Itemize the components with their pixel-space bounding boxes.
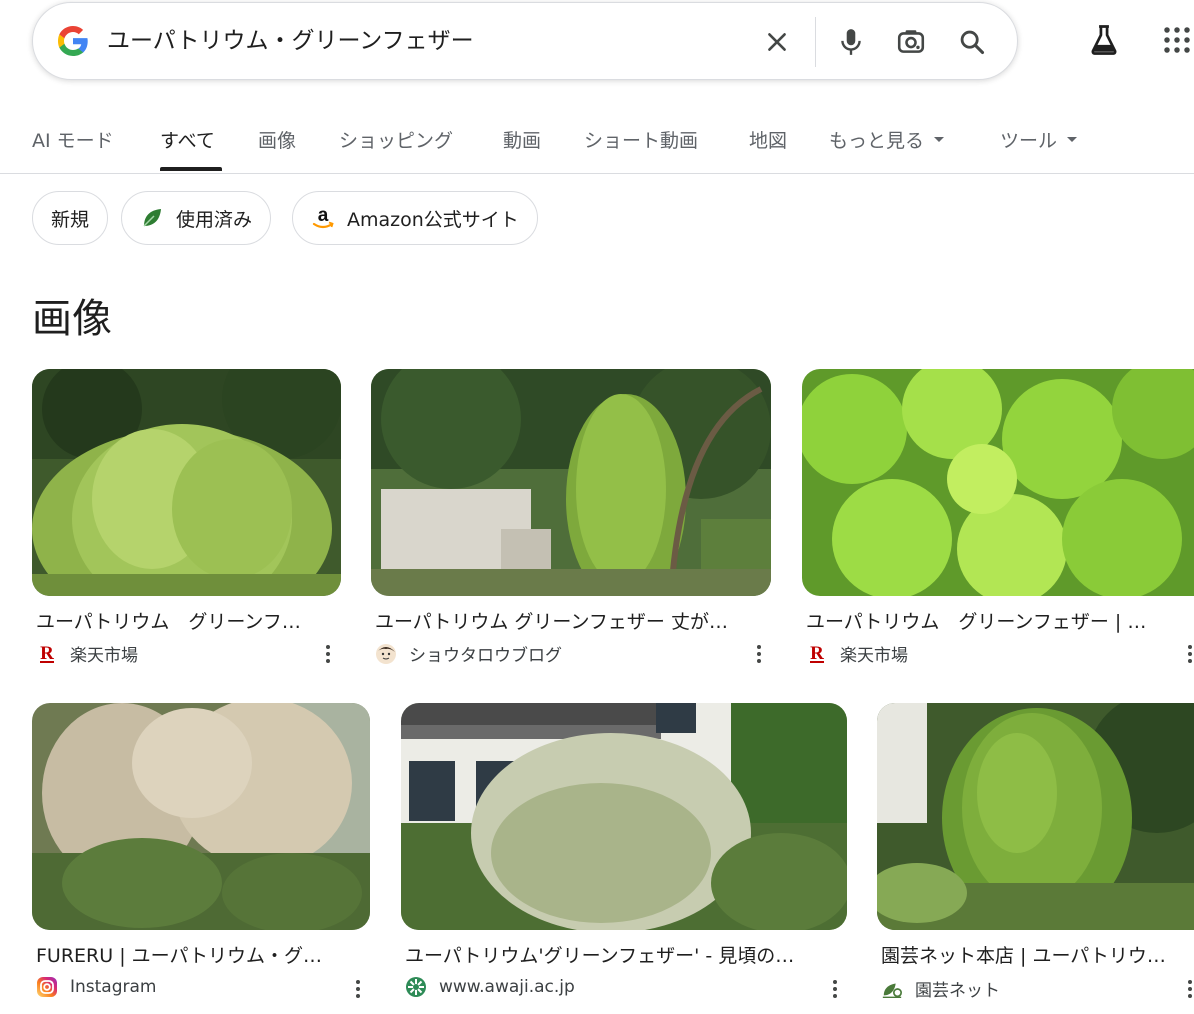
tab-all[interactable]: すべて [160,126,215,153]
chip-amazon-label: Amazon公式サイト [347,208,519,231]
image-thumbnail[interactable] [32,703,370,930]
microphone-icon[interactable] [833,24,869,60]
image-source-label: 楽天市場 [840,646,908,666]
image-caption[interactable]: ユーパトリウム グリーンフェザー | … [806,607,1186,634]
image-source-label: ショウタロウブログ [409,646,562,666]
image-source-label: 楽天市場 [70,646,138,666]
more-options-icon[interactable] [1180,976,1194,1002]
image-caption[interactable]: ユーパトリウム'グリーンフェザー' - 見頃の… [405,941,841,968]
more-options-icon[interactable] [1180,641,1194,667]
camera-lens-icon[interactable] [893,24,929,60]
more-options-icon[interactable] [348,976,368,1002]
more-options-icon[interactable] [825,976,845,1002]
image-source-label: Instagram [70,977,157,997]
rakuten-logo-icon: R [806,643,828,665]
tab-ai-mode[interactable]: AI モード [32,126,114,153]
image-thumbnail[interactable] [802,369,1194,596]
active-tab-indicator [160,167,222,171]
image-caption[interactable]: 園芸ネット本店 | ユーパトリウ… [881,941,1186,968]
image-caption[interactable]: FURERU | ユーパトリウム・グ… [36,941,364,968]
image-thumbnail[interactable] [371,369,771,596]
image-source[interactable]: Instagram [36,976,157,998]
image-source-label: www.awaji.ac.jp [439,977,575,997]
image-result: FURERU | ユーパトリウム・グ… Instagram [32,703,372,1008]
tab-videos[interactable]: 動画 [503,126,541,153]
tab-more-label: もっと見る [829,130,925,152]
search-icon[interactable] [954,24,990,60]
image-result: ユーパトリウム'グリーンフェザー' - 見頃の… www.awaji.ac.jp [401,703,847,1008]
chip-used[interactable]: 使用済み [121,191,272,245]
chip-amazon[interactable]: a Amazon公式サイト [292,191,538,245]
chip-new-label: 新規 [51,208,90,231]
image-source[interactable]: www.awaji.ac.jp [405,976,575,998]
tab-more[interactable]: もっと見る [829,126,945,153]
tab-maps[interactable]: 地図 [749,126,787,153]
tab-images[interactable]: 画像 [258,126,296,153]
image-source[interactable]: ショウタロウブログ [375,641,562,666]
image-result: ユーパトリウム グリーンフ… R 楽天市場 [32,369,342,669]
tab-short-videos[interactable]: ショート動画 [584,126,698,153]
engei-net-logo-icon [881,978,903,1000]
instagram-logo-icon [36,976,58,998]
tab-tools-label: ツール [1000,130,1058,152]
image-result: 園芸ネット本店 | ユーパトリウ… 園芸ネット [877,703,1194,1008]
image-thumbnail[interactable] [32,369,341,596]
avatar-icon [375,643,397,665]
search-bar[interactable]: ユーパトリウム・グリーンフェザー [32,2,1018,80]
image-source[interactable]: R 楽天市場 [36,641,138,666]
svg-text:a: a [318,205,329,226]
chevron-down-icon [934,137,945,142]
amazon-logo-icon: a [311,205,335,231]
svg-text:R: R [40,643,54,664]
search-input[interactable]: ユーパトリウム・グリーンフェザー [107,25,474,57]
image-thumbnail[interactable] [877,703,1194,930]
leaf-icon [140,206,164,230]
image-source[interactable]: 園芸ネット [881,976,1000,1001]
clear-icon[interactable] [759,24,795,60]
image-caption[interactable]: ユーパトリウム グリーンフェザー 丈が… [375,607,771,634]
awaji-logo-icon [405,976,427,998]
rakuten-logo-icon: R [36,643,58,665]
google-logo-icon[interactable] [55,23,91,59]
labs-flask-icon[interactable] [1085,21,1123,59]
image-caption[interactable]: ユーパトリウム グリーンフ… [36,607,336,634]
tab-tools[interactable]: ツール [1000,126,1078,153]
image-source-label: 園芸ネット [915,981,1000,1001]
apps-grid-icon[interactable] [1158,21,1194,59]
more-options-icon[interactable] [749,641,769,667]
chip-new[interactable]: 新規 [32,191,109,245]
search-divider [815,17,816,67]
images-section-title: 画像 [32,296,112,342]
image-thumbnail[interactable] [401,703,847,930]
chip-used-label: 使用済み [176,208,253,231]
tab-shopping[interactable]: ショッピング [339,126,453,153]
svg-text:R: R [810,643,824,664]
image-source[interactable]: R 楽天市場 [806,641,908,666]
search-tabs: AI モード すべて 画像 ショッピング 動画 ショート動画 地図 もっと見る … [0,112,1194,174]
chevron-down-icon [1067,137,1078,142]
image-result: ユーパトリウム グリーンフェザー 丈が… ショウタロウブログ [371,369,771,669]
image-result: ユーパトリウム グリーンフェザー | … R 楽天市場 [802,369,1194,669]
more-options-icon[interactable] [318,641,338,667]
